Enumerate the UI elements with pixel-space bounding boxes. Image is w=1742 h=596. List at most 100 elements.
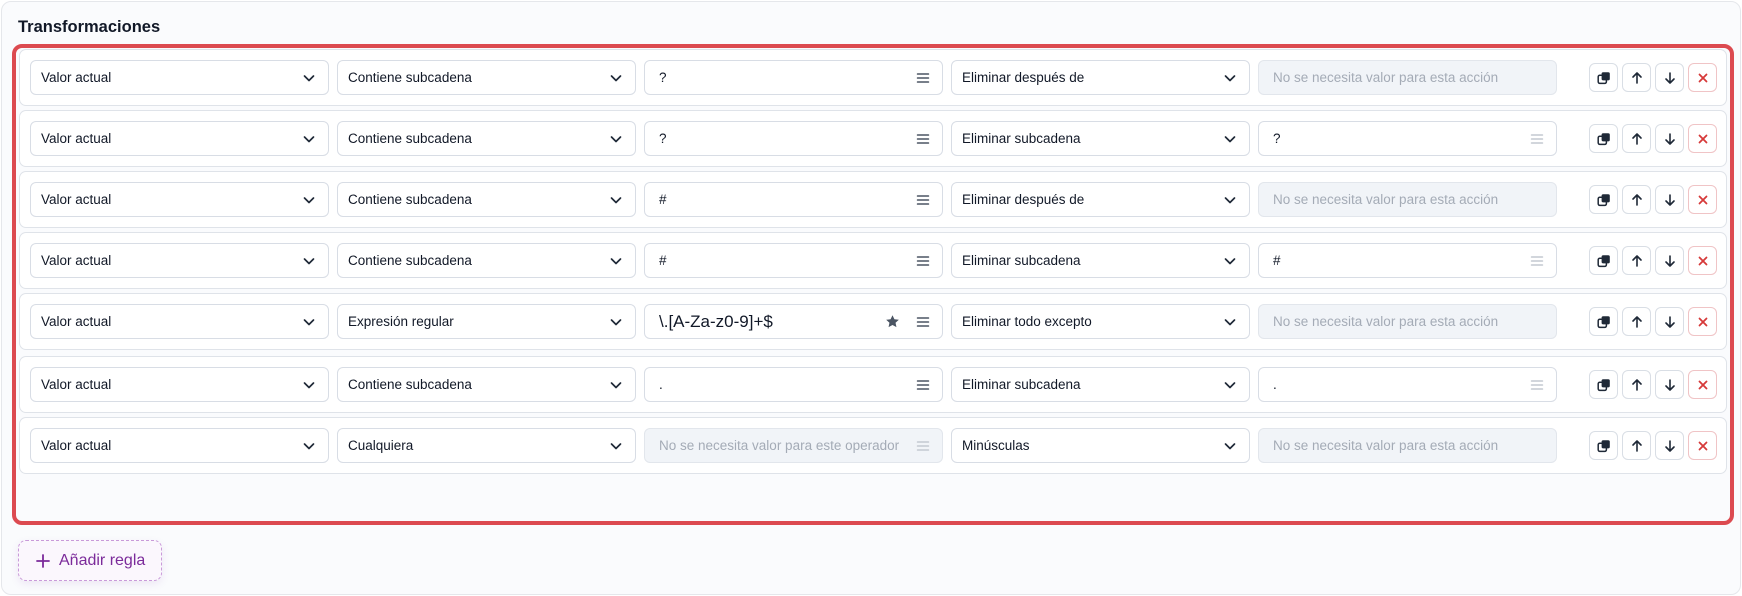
delete-rule-button[interactable] — [1688, 63, 1717, 92]
rule-source-select[interactable]: Valor actual — [30, 428, 329, 463]
arrow-up-icon — [1631, 439, 1642, 452]
duplicate-icon — [1596, 378, 1610, 391]
delete-rule-button[interactable] — [1688, 307, 1717, 336]
rule-argument-input[interactable]: No se necesita valor para esta acción — [1258, 304, 1557, 339]
rule-source-select[interactable]: Valor actual — [30, 367, 329, 402]
rule-operator-select[interactable]: Contiene subcadena — [337, 182, 636, 217]
rule-value-input[interactable]: ? — [644, 121, 943, 156]
rule-action-select[interactable]: Minúsculas — [951, 428, 1250, 463]
arrow-up-icon — [1631, 132, 1642, 145]
move-up-button[interactable] — [1622, 124, 1651, 153]
move-down-button[interactable] — [1655, 370, 1684, 399]
move-up-button[interactable] — [1622, 246, 1651, 275]
rule-operator-select[interactable]: Contiene subcadena — [337, 367, 636, 402]
delete-rule-button[interactable] — [1688, 185, 1717, 214]
rule-argument-input[interactable]: No se necesita valor para esta acción — [1258, 428, 1557, 463]
star-icon[interactable] — [885, 314, 900, 329]
rule-operator-select[interactable]: Expresión regular — [337, 304, 636, 339]
rule-argument-input[interactable]: No se necesita valor para esta acción — [1258, 60, 1557, 95]
transformations-panel: Transformaciones Valor actual Contiene su… — [1, 1, 1741, 595]
duplicate-rule-button[interactable] — [1589, 431, 1618, 460]
close-icon — [1698, 73, 1707, 82]
move-up-button[interactable] — [1622, 431, 1651, 460]
rule-value-input[interactable]: \.[A-Za-z0-9]+$ — [644, 304, 943, 339]
arrow-down-icon — [1664, 132, 1675, 145]
arrow-up-icon — [1631, 193, 1642, 206]
move-down-button[interactable] — [1655, 307, 1684, 336]
menu-icon[interactable] — [916, 440, 930, 452]
rule-operator-select[interactable]: Contiene subcadena — [337, 121, 636, 156]
menu-icon[interactable] — [916, 379, 930, 391]
duplicate-rule-button[interactable] — [1589, 124, 1618, 153]
rule-row: Valor actual Contiene subcadena # Eliminar … — [19, 171, 1727, 228]
duplicate-rule-button[interactable] — [1589, 63, 1618, 92]
menu-icon[interactable] — [1530, 255, 1544, 267]
move-up-button[interactable] — [1622, 63, 1651, 92]
rule-source-select[interactable]: Valor actual — [30, 121, 329, 156]
delete-rule-button[interactable] — [1688, 370, 1717, 399]
duplicate-icon — [1596, 254, 1610, 267]
rule-argument-input[interactable]: No se necesita valor para esta acción — [1258, 182, 1557, 217]
menu-icon[interactable] — [1530, 133, 1544, 145]
delete-rule-button[interactable] — [1688, 124, 1717, 153]
duplicate-rule-button[interactable] — [1589, 370, 1618, 399]
move-down-button[interactable] — [1655, 246, 1684, 275]
move-down-button[interactable] — [1655, 124, 1684, 153]
move-down-button[interactable] — [1655, 185, 1684, 214]
rule-operator-select[interactable]: Contiene subcadena — [337, 243, 636, 278]
chevron-down-icon — [610, 196, 622, 203]
rule-operator-select[interactable]: Contiene subcadena — [337, 60, 636, 95]
move-up-button[interactable] — [1622, 307, 1651, 336]
duplicate-rule-button[interactable] — [1589, 185, 1618, 214]
rule-source-select[interactable]: Valor actual — [30, 304, 329, 339]
rule-row: Valor actual Contiene subcadena # Eliminar … — [19, 232, 1727, 289]
rule-action-select[interactable]: Eliminar todo excepto — [951, 304, 1250, 339]
move-down-button[interactable] — [1655, 431, 1684, 460]
arrow-down-icon — [1664, 439, 1675, 452]
menu-icon[interactable] — [1530, 379, 1544, 391]
arrow-up-icon — [1631, 254, 1642, 267]
rule-argument-input[interactable]: # — [1258, 243, 1557, 278]
rule-value-input[interactable]: # — [644, 182, 943, 217]
rule-row: Valor actual Contiene subcadena? Eliminar … — [19, 110, 1727, 167]
chevron-down-icon — [1224, 257, 1236, 264]
move-up-button[interactable] — [1622, 370, 1651, 399]
move-down-button[interactable] — [1655, 63, 1684, 92]
rule-operator-select[interactable]: Cualquiera — [337, 428, 636, 463]
chevron-down-icon — [610, 381, 622, 388]
chevron-down-icon — [303, 442, 315, 449]
chevron-down-icon — [1224, 442, 1236, 449]
duplicate-rule-button[interactable] — [1589, 307, 1618, 336]
chevron-down-icon — [303, 381, 315, 388]
arrow-down-icon — [1664, 254, 1675, 267]
rule-action-select[interactable]: Eliminar subcadena — [951, 121, 1250, 156]
rule-source-select[interactable]: Valor actual — [30, 243, 329, 278]
move-up-button[interactable] — [1622, 185, 1651, 214]
menu-icon[interactable] — [916, 255, 930, 267]
rule-action-select[interactable]: Eliminar después de — [951, 182, 1250, 217]
chevron-down-icon — [303, 135, 315, 142]
rule-value-input[interactable]: . — [644, 367, 943, 402]
menu-icon[interactable] — [916, 72, 930, 84]
chevron-down-icon — [610, 257, 622, 264]
rule-argument-input[interactable]: . — [1258, 367, 1557, 402]
rule-source-select[interactable]: Valor actual — [30, 182, 329, 217]
rule-action-select[interactable]: Eliminar después de — [951, 60, 1250, 95]
add-rule-button[interactable]: Añadir regla — [18, 540, 162, 581]
delete-rule-button[interactable] — [1688, 431, 1717, 460]
menu-icon[interactable] — [916, 194, 930, 206]
rule-source-select[interactable]: Valor actual — [30, 60, 329, 95]
menu-icon[interactable] — [916, 316, 930, 328]
rule-value-input[interactable]: ? — [644, 60, 943, 95]
rule-value-input[interactable]: No se necesita valor para este operador — [644, 428, 943, 463]
close-icon — [1698, 441, 1707, 450]
rule-action-select[interactable]: Eliminar subcadena — [951, 243, 1250, 278]
duplicate-rule-button[interactable] — [1589, 246, 1618, 275]
menu-icon[interactable] — [916, 133, 930, 145]
rule-argument-input[interactable]: ? — [1258, 121, 1557, 156]
rule-row: Valor actual Expresión regular \.[A-Za-z0-… — [19, 293, 1727, 350]
rule-value-input[interactable]: # — [644, 243, 943, 278]
rule-action-select[interactable]: Eliminar subcadena — [951, 367, 1250, 402]
delete-rule-button[interactable] — [1688, 246, 1717, 275]
arrow-up-icon — [1631, 315, 1642, 328]
